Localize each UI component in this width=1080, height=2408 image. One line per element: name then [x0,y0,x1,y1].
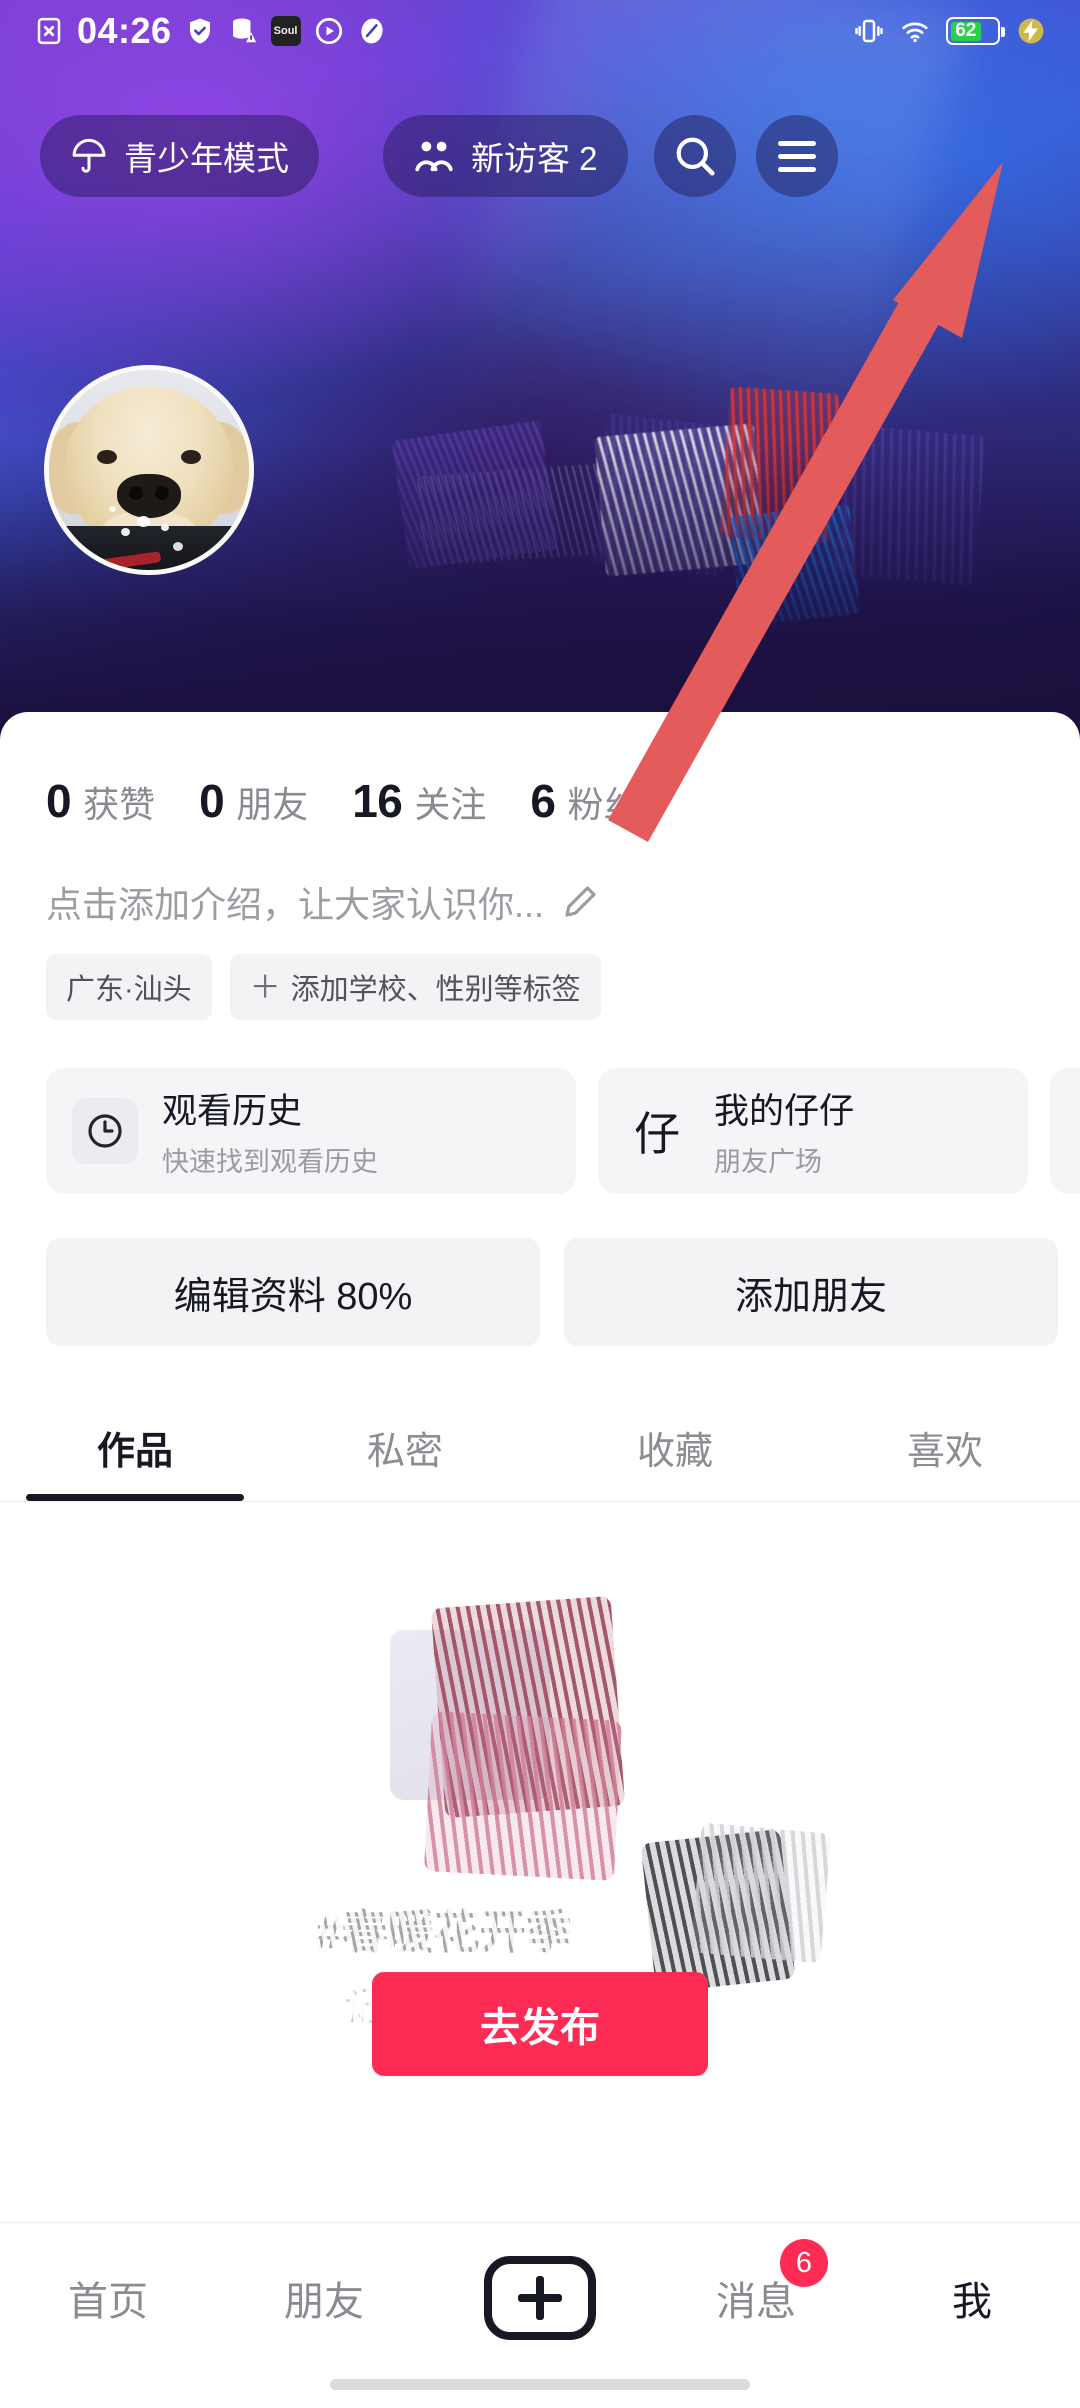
tab-favorites[interactable]: 收藏 [540,1402,810,1501]
profile-stats-row: 0 获赞 0 朋友 16 关注 6 粉丝 [0,712,1080,828]
bottom-nav-create[interactable] [432,2253,648,2343]
search-icon [676,137,715,176]
card-watch-history-subtitle: 快速找到观看历史 [162,1147,378,1177]
profile-sheet: 0 获赞 0 朋友 16 关注 6 粉丝 点击添加介绍，让大家认识你... 广东… [0,712,1080,2212]
bottom-nav-messages[interactable]: 消息 6 [648,2239,864,2343]
illustration-brush-pink [423,1711,623,1881]
edit-profile-button[interactable]: 编辑资料 80% [46,1238,540,1346]
content-tabs: 作品 私密 收藏 喜欢 [0,1402,1080,1501]
tab-liked[interactable]: 喜欢 [810,1402,1080,1501]
active-tab-underline [26,1494,244,1501]
new-visitor-label: 新访客 2 [471,140,598,177]
teen-mode-button[interactable]: 青少年模式 [40,115,319,197]
charging-bolt-icon [1018,18,1044,44]
stat-following-label: 关注 [414,784,487,825]
clock-icon [72,1098,138,1164]
card-my-zaizai-subtitle: 朋友广场 [714,1147,822,1177]
stat-followers[interactable]: 6 粉丝 [530,774,639,828]
stat-likes-label: 获赞 [83,784,156,825]
bio-row[interactable]: 点击添加介绍，让大家认识你... [0,828,1080,928]
stat-friends-count: 0 [199,775,225,827]
sim-error-icon [37,17,61,45]
compass-icon [360,18,383,44]
tag-add-more[interactable]: ＋ 添加学校、性别等标签 [229,954,601,1020]
profile-actions-row: 编辑资料 80% 添加朋友 [0,1194,1080,1346]
status-bar: 04:26 Soul 62 [0,0,1080,62]
bottom-nav-me[interactable]: 我 [864,2253,1080,2343]
stat-likes[interactable]: 0 获赞 [46,774,155,828]
database-warning-icon [232,18,256,43]
card-watch-history-title: 观看历史 [162,1092,303,1131]
vibrate-icon [855,19,883,43]
stat-followers-count: 6 [530,775,556,827]
visitors-icon [415,141,453,172]
stat-likes-count: 0 [46,775,72,827]
avatar[interactable] [44,365,254,575]
plus-create-icon [484,2256,596,2340]
stat-followers-label: 粉丝 [567,784,640,825]
teen-mode-label: 青少年模式 [124,140,289,177]
bio-placeholder-text: 点击添加介绍，让大家认识你... [46,884,545,925]
tab-works[interactable]: 作品 [0,1402,270,1501]
play-circle-icon [315,17,342,45]
bottom-nav-friends[interactable]: 朋友 [216,2253,432,2343]
cover-top-nav: 青少年模式 新访客 2 [0,110,1080,202]
status-bar-clock: 04:26 [77,10,172,51]
card-bookmarks[interactable] [1050,1068,1080,1194]
new-visitor-button[interactable]: 新访客 2 [383,115,628,197]
shield-check-icon [189,18,210,44]
illustration-title: #春暖花开季 [316,1906,572,1958]
zai-character-icon: 仔 [634,1108,680,1160]
bottom-nav-messages-label: 消息 [716,2280,796,2324]
avatar-image [49,370,249,570]
pencil-icon [565,886,596,917]
bottom-navigation-bar: 首页 朋友 消息 6 我 [0,2222,1080,2408]
tab-private[interactable]: 私密 [270,1402,540,1501]
tag-location[interactable]: 广东·汕头 [46,954,212,1020]
plus-icon: ＋ [249,969,281,1005]
go-publish-button[interactable]: 去发布 [372,1972,708,2076]
hamburger-menu-icon [777,140,816,172]
add-friend-button[interactable]: 添加朋友 [564,1238,1058,1346]
tag-add-more-label: 添加学校、性别等标签 [290,974,581,1006]
soul-app-icon: Soul [270,16,301,46]
card-my-zaizai-title: 我的仔仔 [714,1092,855,1131]
battery-icon: 62 [946,17,1005,45]
bottom-nav-home[interactable]: 首页 [0,2253,216,2343]
home-indicator [330,2379,750,2390]
battery-percent-label: 62 [955,20,977,41]
umbrella-icon [72,138,106,173]
search-button[interactable] [653,115,736,197]
card-my-zaizai[interactable]: 仔 我的仔仔 朋友广场 [598,1068,1028,1194]
card-watch-history[interactable]: 观看历史 快速找到观看历史 [46,1068,576,1194]
entry-cards-row[interactable]: 观看历史 快速找到观看历史 仔 我的仔仔 朋友广场 [0,1020,1080,1194]
profile-tags-row: 广东·汕头 ＋ 添加学校、性别等标签 [0,928,1080,1020]
stat-friends[interactable]: 0 朋友 [199,774,308,828]
tag-location-label: 广东·汕头 [66,974,192,1006]
empty-state-illustration: #春暖花开季 记录春天的美好景象 [260,1566,832,2029]
stat-following-count: 16 [352,775,403,827]
messages-badge: 6 [780,2239,828,2287]
illustration-brush-grey [690,1822,832,1964]
wifi-icon [902,22,928,43]
stat-friends-label: 朋友 [236,784,309,825]
hamburger-menu-button[interactable] [755,115,838,197]
stat-following[interactable]: 16 关注 [352,774,486,828]
empty-state: #春暖花开季 记录春天的美好景象 去发布 [0,1502,1080,2202]
